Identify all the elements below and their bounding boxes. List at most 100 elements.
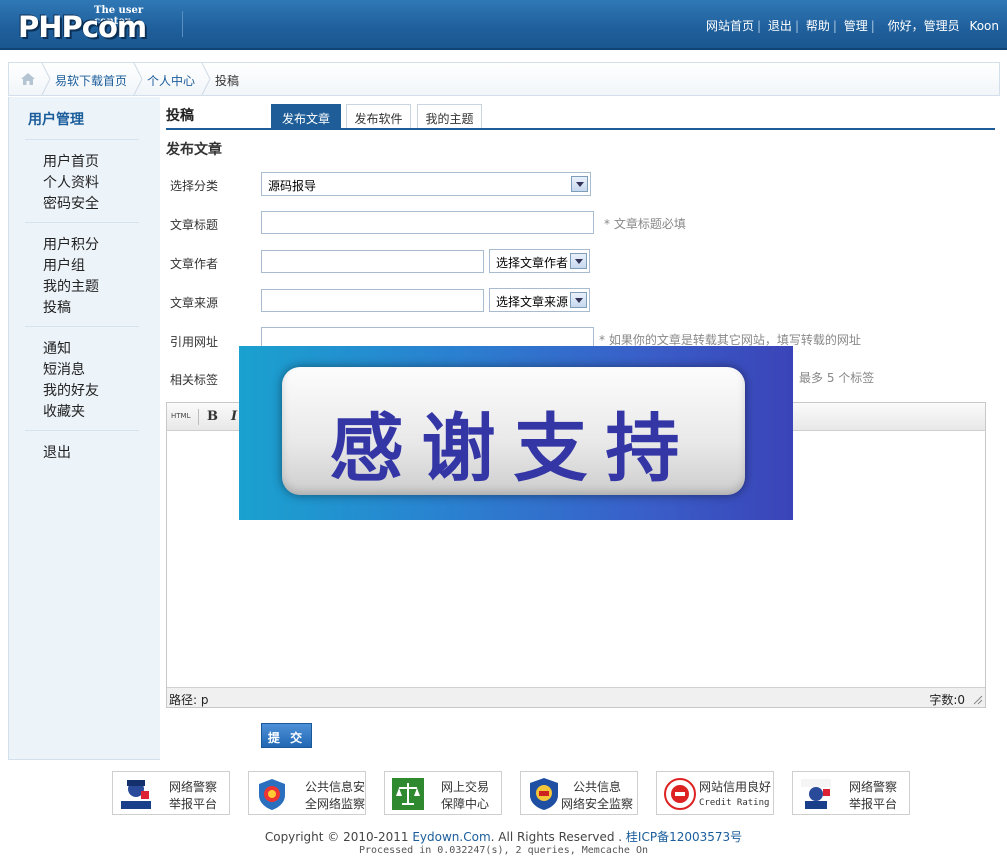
tab-underline [166, 128, 995, 130]
badge-line2: 网络安全监察 [561, 797, 634, 811]
editor-statusbar: 路径: p 字数:0 [167, 687, 985, 707]
italic-button[interactable]: I [231, 409, 237, 424]
sidebar-item-user-group[interactable]: 用户组 [43, 255, 85, 275]
title-hint: * 文章标题必填 [604, 217, 686, 231]
badge-police-report[interactable]: 网络警察 举报平台 [792, 771, 910, 815]
sidebar-item-logout[interactable]: 退出 [43, 442, 71, 462]
badge-line1: 网络警察 [169, 780, 218, 794]
banner-text: 感谢支持 [329, 406, 698, 492]
sidebar-item-notifications[interactable]: 通知 [43, 338, 71, 358]
sidebar-item-submit[interactable]: 投稿 [43, 297, 71, 317]
category-select-value: 源码报导 [268, 179, 317, 193]
logo[interactable]: The user center PHPcom [18, 4, 168, 44]
source-input[interactable] [261, 289, 484, 312]
html-source-button[interactable]: HTML [171, 412, 190, 420]
processed-info: Processed in 0.032247(s), 2 queries, Mem… [359, 845, 648, 856]
badge-cyber-police[interactable]: 网络警察 举报平台 [112, 771, 230, 815]
breadcrumb-separator [41, 63, 51, 95]
badge-trade-protection[interactable]: 网上交易 保障中心 [384, 771, 502, 815]
badge-line2: 举报平台 [849, 797, 898, 811]
tab-my-topics[interactable]: 我的主题 [417, 104, 482, 128]
header-divider [182, 11, 183, 37]
copyright: Copyright © 2010-2011 Eydown.Com. All Ri… [0, 828, 1007, 845]
username[interactable]: Koon [969, 19, 999, 33]
badge-line2: 举报平台 [169, 797, 218, 811]
sidebar-item-password[interactable]: 密码安全 [43, 193, 99, 213]
resize-handle-icon[interactable] [971, 693, 983, 705]
submit-button[interactable]: 提 交 [261, 723, 312, 748]
badge-line1: 网上交易 [441, 780, 490, 794]
author-input[interactable] [261, 250, 484, 273]
home-icon[interactable] [21, 73, 35, 85]
sidebar-item-user-home[interactable]: 用户首页 [43, 151, 99, 171]
sidebar-item-favorites[interactable]: 收藏夹 [43, 401, 85, 421]
chevron-down-icon[interactable] [570, 292, 587, 308]
emblem-icon [530, 778, 558, 810]
breadcrumb-current: 投稿 [215, 74, 240, 88]
source-label: 文章来源 [170, 296, 219, 310]
bold-button[interactable]: B [207, 409, 218, 424]
tags-label: 相关标签 [170, 373, 219, 387]
sidebar-divider [25, 430, 139, 431]
chevron-down-icon[interactable] [570, 253, 587, 269]
credit-seal-icon [664, 778, 696, 810]
url-label: 引用网址 [170, 335, 219, 349]
shield-icon [259, 779, 285, 810]
copyright-prefix: Copyright © 2010-2011 [264, 830, 413, 844]
police-report-icon [801, 779, 831, 809]
sidebar-divider [25, 139, 139, 140]
category-label: 选择分类 [170, 179, 219, 193]
badge-line1: 网站信用良好 [699, 780, 772, 794]
badge-network-security[interactable]: 公共信息 网络安全监察 [520, 771, 638, 815]
breadcrumb-user-center[interactable]: 个人中心 [147, 72, 195, 89]
top-link-logout[interactable]: 退出 [768, 19, 792, 33]
page-title: 投稿 [166, 108, 194, 124]
breadcrumb-home[interactable]: 易软下载首页 [55, 72, 127, 89]
banner-plate: 感谢支持 [282, 367, 745, 495]
chevron-down-icon[interactable] [571, 176, 588, 192]
sidebar-item-messages[interactable]: 短消息 [43, 359, 85, 379]
greeting: 你好，管理员 [887, 19, 960, 33]
top-link-admin[interactable]: 管理 [844, 19, 868, 33]
overlay-banner: 感谢支持 [239, 346, 793, 520]
top-link-help[interactable]: 帮助 [806, 19, 830, 33]
sidebar-item-friends[interactable]: 我的好友 [43, 380, 99, 400]
source-select[interactable]: 选择文章来源 [489, 288, 590, 312]
sidebar-item-points[interactable]: 用户积分 [43, 234, 99, 254]
sidebar-title: 用户管理 [28, 112, 84, 128]
site-link[interactable]: Eydown.Com [412, 830, 490, 844]
sidebar-divider [25, 222, 139, 223]
sidebar-item-profile[interactable]: 个人资料 [43, 172, 99, 192]
badge-line1: 公共信息安 [305, 780, 366, 794]
badge-line1: 公共信息 [573, 780, 622, 794]
badge-info-security[interactable]: 公共信息安 全网络监察 [248, 771, 366, 815]
title-label: 文章标题 [170, 218, 219, 232]
author-select[interactable]: 选择文章作者 [489, 249, 590, 273]
top-header: The user center PHPcom 网站首页 | 退出 | 帮助 | 管理 |… [0, 0, 1007, 50]
top-link-home[interactable]: 网站首页 [706, 19, 754, 33]
editor-path: 路径: p [169, 693, 209, 707]
sidebar-item-my-topics[interactable]: 我的主题 [43, 276, 99, 296]
tab-publish-article[interactable]: 发布文章 [271, 104, 341, 128]
category-select[interactable]: 源码报导 [261, 172, 591, 196]
top-nav: 网站首页 | 退出 | 帮助 | 管理 | 你好，管理员 Koon [706, 19, 999, 33]
tab-publish-software[interactable]: 发布软件 [346, 104, 411, 128]
breadcrumb: 易软下载首页 个人中心 投稿 [8, 62, 1000, 96]
badge-credit-rating[interactable]: 网站信用良好 Credit Rating [656, 771, 774, 815]
logo-text: PHPcom [18, 10, 147, 44]
badge-line2: Credit Rating [699, 798, 770, 808]
word-count: 字数:0 [929, 693, 965, 707]
author-select-value: 选择文章作者 [496, 256, 569, 270]
badge-line1: 网络警察 [849, 780, 898, 794]
section-title: 发布文章 [166, 142, 222, 158]
scales-icon [392, 778, 424, 810]
badge-line2: 全网络监察 [305, 797, 366, 811]
toolbar-divider [198, 409, 199, 425]
breadcrumb-separator [201, 63, 211, 95]
breadcrumb-separator [133, 63, 143, 95]
police-icon [121, 780, 151, 809]
title-input[interactable] [261, 211, 594, 234]
copyright-rights: . All Rights Reserved . [490, 830, 626, 844]
icp-link[interactable]: 桂ICP备12003573号 [626, 830, 742, 844]
sidebar: 用户管理 用户首页 个人资料 密码安全 用户积分 用户组 我的主题 投稿 通知 … [8, 97, 160, 760]
